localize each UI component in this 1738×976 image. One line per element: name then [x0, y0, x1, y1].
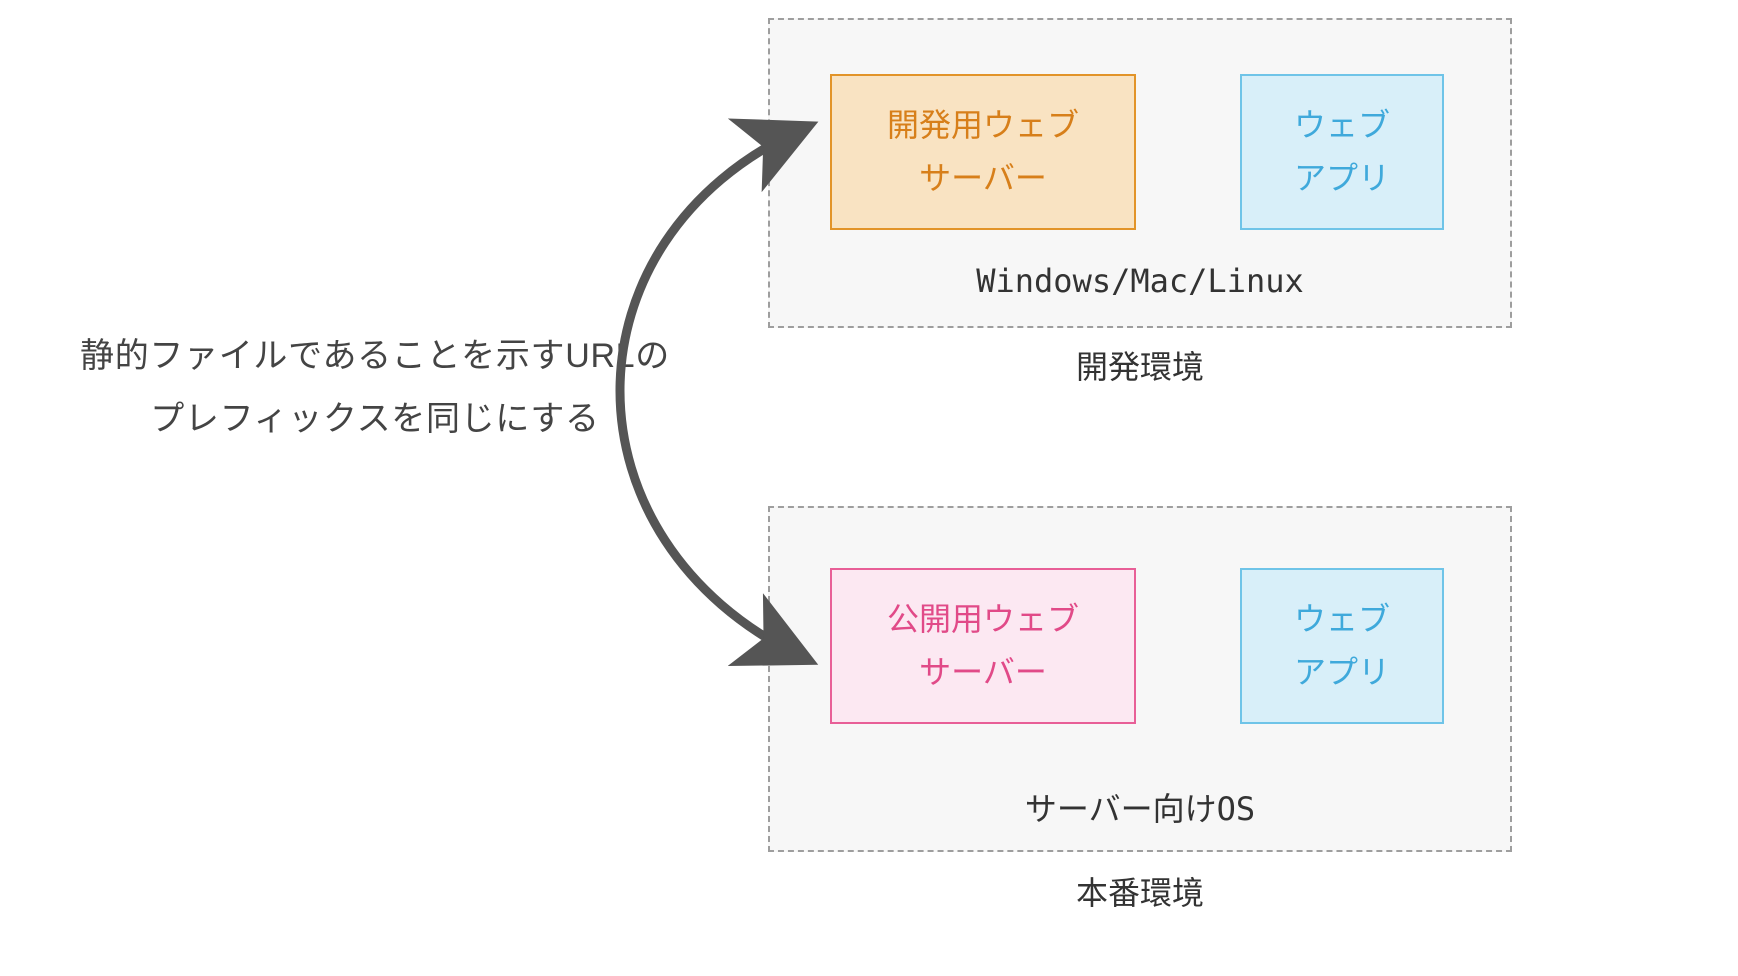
prod-os-label: サーバー向けOS: [768, 784, 1512, 830]
prod-server-line2: サーバー: [919, 646, 1047, 699]
caption-line2: プレフィックスを同じにする: [150, 400, 599, 438]
dev-os-label: Windows/Mac/Linux: [768, 262, 1512, 300]
caption-text: 静的ファイルであることを示すURLの プレフィックスを同じにする: [55, 325, 695, 451]
dev-app-line2: アプリ: [1294, 152, 1390, 205]
prod-env-label: 本番環境: [768, 868, 1512, 914]
dev-server-line1: 開発用ウェブ: [887, 99, 1079, 152]
dev-app-line1: ウェブ: [1294, 99, 1390, 152]
prod-app-line2: アプリ: [1294, 646, 1390, 699]
dev-web-server-node: 開発用ウェブ サーバー: [830, 74, 1136, 230]
prod-server-line1: 公開用ウェブ: [887, 593, 1079, 646]
dev-web-app-node: ウェブ アプリ: [1240, 74, 1444, 230]
prod-web-app-node: ウェブ アプリ: [1240, 568, 1444, 724]
dev-server-line2: サーバー: [919, 152, 1047, 205]
dev-env-label: 開発環境: [768, 342, 1512, 388]
prod-web-server-node: 公開用ウェブ サーバー: [830, 568, 1136, 724]
diagram-stage: 静的ファイルであることを示すURLの プレフィックスを同じにする 開発用ウェブ …: [0, 0, 1738, 976]
caption-line1: 静的ファイルであることを示すURLの: [80, 337, 670, 375]
prod-app-line1: ウェブ: [1294, 593, 1390, 646]
